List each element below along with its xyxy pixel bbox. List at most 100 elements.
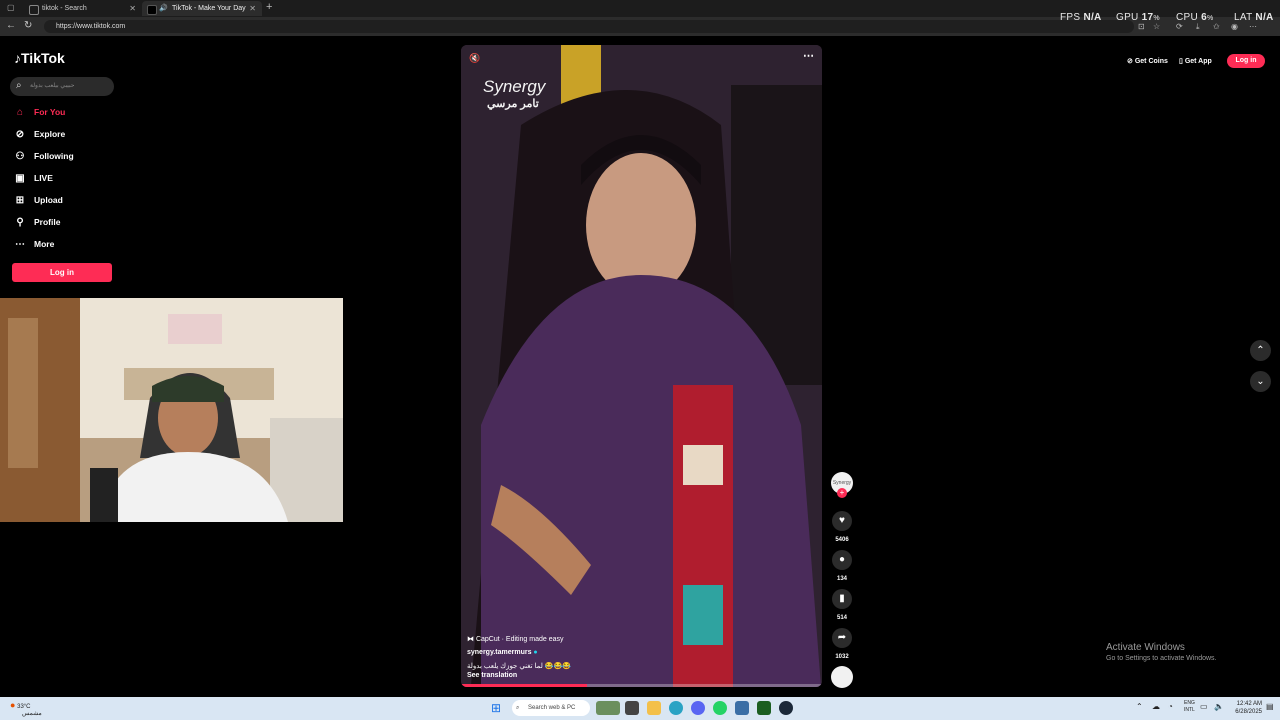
share-action[interactable]: ➦ 1032 (831, 628, 853, 660)
weather-temp: 33°C (17, 704, 31, 710)
heart-icon[interactable]: ♥ (832, 511, 852, 531)
comment-action[interactable]: ● 134 (831, 550, 853, 582)
video-author[interactable]: synergy.tamermurs ● (467, 649, 538, 656)
comment-icon[interactable]: ● (832, 550, 852, 570)
language-indicator[interactable]: ENG INTL (1184, 700, 1195, 714)
capcut-link[interactable]: ⧓ CapCut · Editing made easy (467, 635, 564, 643)
clock[interactable]: 12:42 AM 6/28/2025 (1230, 700, 1262, 716)
notifications-icon[interactable]: ▤ (1266, 702, 1274, 711)
weather-widget[interactable]: ● 33°C مشمس (10, 700, 42, 717)
tiktok-logo[interactable]: ♪TikTok (14, 50, 65, 66)
logo-text: TikTok (21, 50, 65, 66)
taskbar-search[interactable]: ⌕ Search web & PC (512, 700, 590, 716)
widgets-icon[interactable] (596, 701, 620, 715)
watermark-brand: Synergy (483, 77, 546, 96)
share-count: 1032 (835, 654, 849, 660)
close-tab-icon[interactable]: ✕ (129, 1, 136, 16)
activate-windows-title: Activate Windows (1106, 642, 1185, 653)
discord-icon[interactable] (691, 701, 705, 715)
browser-menu-icon[interactable]: ▢ (7, 3, 15, 12)
sidebar-item-label: For You (34, 107, 66, 117)
video-more-icon[interactable]: ⋯ (803, 49, 814, 62)
url-input[interactable]: https://www.tiktok.com (44, 20, 1134, 33)
music-disc-icon[interactable] (831, 666, 853, 688)
video-frame-image (461, 45, 822, 687)
close-tab-icon[interactable]: ✕ (249, 1, 256, 16)
refresh-icon[interactable]: ↻ (24, 20, 32, 31)
tray-network-icon[interactable]: ◔ (1168, 702, 1173, 711)
sidebar-item-following[interactable]: ⚇ Following (14, 149, 74, 163)
calculator-icon[interactable] (735, 701, 749, 715)
tab-title: TikTok - Make Your Day (172, 5, 246, 12)
like-action[interactable]: ♥ 5406 (831, 511, 853, 543)
taskbar-search-placeholder: Search web & PC (528, 705, 576, 711)
whatsapp-icon[interactable] (713, 701, 727, 715)
store-icon[interactable] (757, 701, 771, 715)
browser-more-icon[interactable]: ⋯ (1249, 22, 1257, 31)
save-action[interactable]: ▮ 514 (831, 589, 853, 621)
tab-tiktok-search[interactable]: tiktok - Search ✕ (24, 1, 142, 16)
weather-icon: ● (10, 700, 16, 710)
webcam-overlay (0, 298, 343, 522)
get-coins-button[interactable]: ⊘ Get Coins (1127, 55, 1168, 68)
tray-display-icon[interactable]: ▭ (1200, 702, 1208, 711)
sidebar-item-explore[interactable]: ⊘ Explore (14, 127, 65, 141)
save-count: 514 (836, 615, 847, 621)
share-icon[interactable]: ➦ (832, 628, 852, 648)
search-icon: ⌕ (16, 80, 22, 91)
fps-readout: FPS N/A (1060, 12, 1102, 23)
tiktok-note-icon: ♪ (14, 50, 21, 66)
get-app-label: Get App (1184, 58, 1212, 65)
file-explorer-icon[interactable] (647, 701, 661, 715)
creator-avatar[interactable]: Synergy + (831, 472, 853, 498)
search-favicon-icon (29, 5, 39, 15)
sidebar-item-profile[interactable]: ⚲ Profile (14, 215, 60, 229)
header-login-button[interactable]: Log in (1227, 54, 1265, 68)
back-icon[interactable]: ← (6, 20, 16, 31)
speaker-icon[interactable]: 🔊 (159, 1, 168, 16)
tray-volume-icon[interactable]: 🔈 (1214, 702, 1224, 711)
search-input[interactable]: ⌕ حبيبي بيلعب بدولة (10, 77, 114, 96)
gpu-label: GPU (1116, 12, 1139, 23)
task-view-icon[interactable] (625, 701, 639, 715)
next-video-button[interactable]: ⌄ (1250, 371, 1271, 392)
sidebar-item-label: LIVE (34, 173, 53, 183)
sidebar-item-label: Explore (34, 129, 66, 139)
extensions-icon[interactable]: ⟳ (1176, 22, 1183, 31)
profile-avatar-icon[interactable]: ◉ (1231, 22, 1238, 31)
watermark-arabic: تامر مرسي (487, 98, 539, 110)
fps-label: FPS (1060, 12, 1081, 23)
get-coins-label: Get Coins (1134, 58, 1168, 65)
edge-browser-icon[interactable] (669, 701, 683, 715)
sidebar-item-upload[interactable]: ⊞ Upload (14, 193, 63, 207)
bookmark-icon[interactable]: ▮ (832, 589, 852, 609)
sidebar-login-button[interactable]: Log in (12, 263, 112, 282)
profile-icon: ⚲ (16, 217, 24, 228)
tray-chevron-icon[interactable]: ⌃ (1136, 702, 1143, 711)
sidebar-item-live[interactable]: ▣ LIVE (14, 171, 53, 185)
see-translation-link[interactable]: See translation (467, 672, 517, 679)
video-progress-bar[interactable] (461, 684, 822, 687)
new-tab-icon[interactable]: + (266, 1, 272, 13)
more-icon: ⋯ (15, 239, 25, 250)
steam-icon[interactable] (779, 701, 793, 715)
weather-desc: مشمس (22, 711, 42, 717)
previous-video-button[interactable]: ⌃ (1250, 340, 1271, 361)
music-disc[interactable] (831, 666, 853, 688)
sidebar-item-for-you[interactable]: ⌂ For You (14, 105, 65, 119)
verified-badge-icon: ● (533, 649, 538, 656)
tab-action-icon[interactable]: ⊡ (1138, 22, 1145, 31)
mute-icon[interactable]: 🔇 (469, 53, 480, 64)
get-app-button[interactable]: ▯ Get App (1179, 55, 1212, 68)
lat-value: N/A (1255, 12, 1274, 23)
favorite-star-icon[interactable]: ☆ (1153, 22, 1160, 31)
favorites-icon[interactable]: ✩ (1213, 22, 1220, 31)
tab-tiktok-home[interactable]: 🔊 TikTok - Make Your Day ✕ (142, 1, 262, 16)
follow-plus-icon[interactable]: + (837, 488, 847, 498)
video-player[interactable]: 🔇 ⋯ Synergy تامر مرسي ⧓ CapCut · Editing… (461, 45, 822, 687)
windows-start-icon[interactable]: ⊞ (491, 701, 501, 715)
download-icon[interactable]: ⤓ (1196, 22, 1200, 32)
webcam-scene-image (0, 298, 343, 522)
sidebar-item-more[interactable]: ⋯ More (14, 237, 54, 251)
tray-cloud-icon[interactable]: ☁ (1152, 702, 1160, 711)
